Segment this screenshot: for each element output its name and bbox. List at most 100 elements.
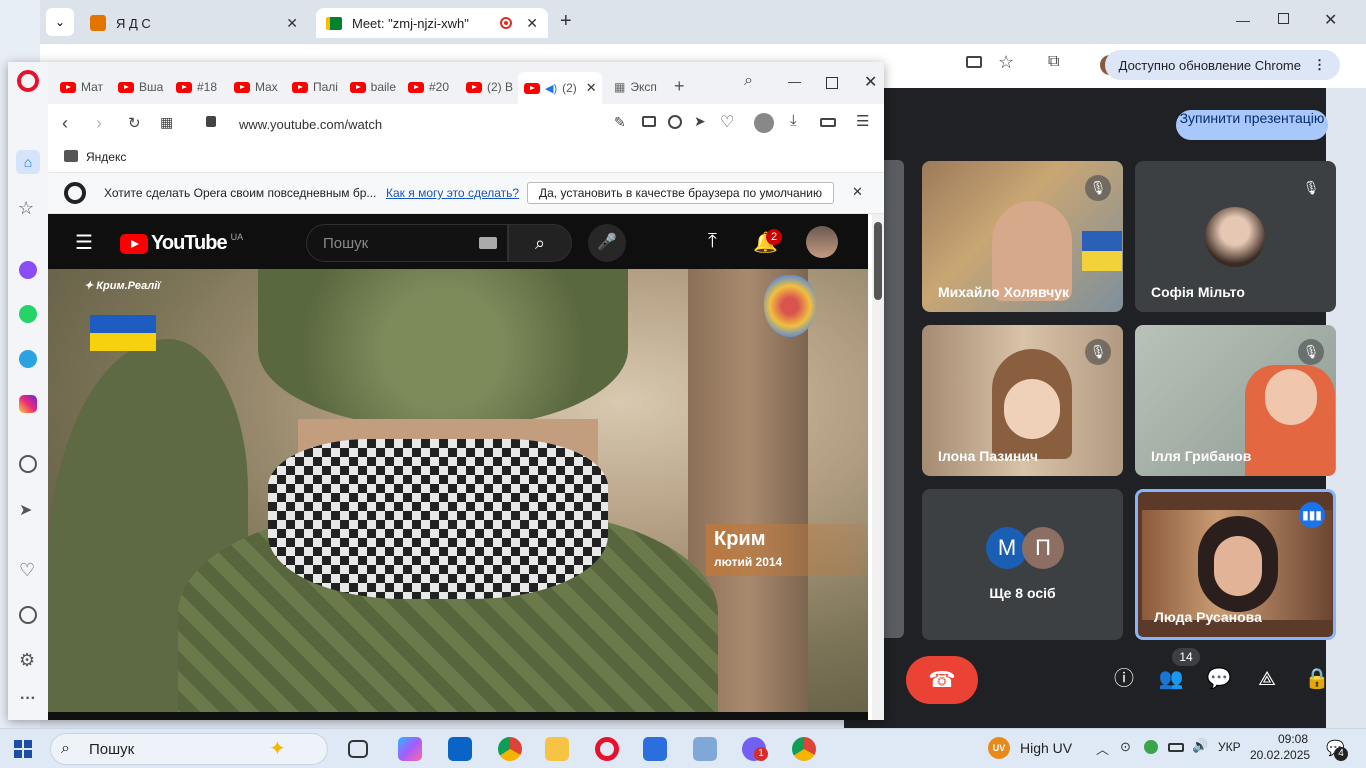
opera-tab[interactable]: (2) В bbox=[460, 74, 518, 100]
more-icon[interactable]: ··· bbox=[20, 690, 36, 708]
snapshot-icon[interactable] bbox=[642, 116, 656, 127]
back-icon[interactable]: ‹ bbox=[62, 113, 68, 134]
participant-tile[interactable]: 🎙 Ілля Грибанов bbox=[1135, 325, 1336, 476]
people-icon[interactable]: 👥 bbox=[1158, 666, 1184, 692]
tab-meet[interactable]: Meet: "zmj-njzi-xwh" ✕ bbox=[316, 8, 548, 38]
battery-icon[interactable] bbox=[1168, 743, 1184, 752]
heart-icon[interactable]: ♡ bbox=[720, 112, 734, 132]
star-icon[interactable]: ☆ bbox=[18, 198, 34, 219]
maximize-button[interactable] bbox=[1278, 13, 1289, 24]
forward-icon[interactable]: › bbox=[96, 113, 102, 134]
network-icon[interactable]: ⊙ bbox=[1120, 739, 1131, 755]
history-icon[interactable] bbox=[19, 606, 37, 624]
instagram-icon[interactable] bbox=[19, 395, 37, 413]
opera-app-icon[interactable] bbox=[595, 737, 619, 761]
activities-icon[interactable]: ⟁ bbox=[1254, 666, 1280, 692]
chrome-app-icon[interactable] bbox=[498, 737, 522, 761]
stop-presenting-button[interactable]: Зупинити презентацію bbox=[1176, 110, 1328, 140]
tray-app-icon[interactable] bbox=[1144, 740, 1158, 754]
tab-search-button[interactable]: ⌄ bbox=[46, 8, 74, 36]
participant-tile[interactable]: 🎙 Михайло Холявчук bbox=[922, 161, 1123, 312]
new-tab-button[interactable]: + bbox=[560, 10, 572, 33]
language-indicator[interactable]: УКР bbox=[1218, 740, 1241, 754]
home-icon[interactable]: ⌂ bbox=[16, 150, 40, 174]
player-icon[interactable] bbox=[19, 455, 37, 473]
set-default-button[interactable]: Да, установить в качестве браузера по ум… bbox=[527, 182, 834, 204]
opera-logo-icon[interactable] bbox=[17, 70, 39, 92]
profile-avatar[interactable] bbox=[754, 113, 774, 133]
opera-tab-active[interactable]: ◀) (2) ✕ bbox=[518, 72, 602, 104]
end-call-button[interactable]: ☎ bbox=[906, 656, 978, 704]
adblock-icon[interactable] bbox=[668, 115, 682, 129]
more-icon[interactable]: ⋮ bbox=[1313, 57, 1326, 73]
chrome-active-icon[interactable] bbox=[792, 737, 816, 761]
opera-tab[interactable]: Max bbox=[228, 74, 280, 100]
close-icon[interactable]: ✕ bbox=[286, 15, 298, 32]
keyboard-icon[interactable] bbox=[479, 237, 497, 249]
rdp-icon[interactable] bbox=[693, 737, 717, 761]
download-icon[interactable]: ⤓ bbox=[790, 112, 797, 129]
opera-tab[interactable]: baile bbox=[344, 74, 396, 100]
scrollbar[interactable] bbox=[872, 214, 884, 720]
search-input[interactable]: Пошук bbox=[306, 224, 508, 262]
telegram-icon[interactable] bbox=[19, 350, 37, 368]
star-icon[interactable]: ☆ bbox=[998, 52, 1014, 73]
info-icon[interactable]: ⓘ bbox=[1111, 666, 1137, 692]
chevron-up-icon[interactable]: ︿ bbox=[1096, 739, 1109, 758]
chat-icon[interactable]: 💬 bbox=[1206, 666, 1232, 692]
upload-icon[interactable]: ⤒ bbox=[708, 230, 717, 253]
maximize-button[interactable] bbox=[826, 77, 838, 89]
clock[interactable]: 09:08 20.02.2025 bbox=[1250, 732, 1310, 762]
speed-dial-icon[interactable]: ▦ bbox=[160, 114, 173, 131]
how-to-link[interactable]: Как я могу это сделать? bbox=[386, 186, 519, 200]
opera-tab[interactable]: Вша bbox=[112, 74, 164, 100]
camera-icon[interactable] bbox=[966, 56, 982, 68]
opera-tab[interactable]: #20 bbox=[402, 74, 454, 100]
close-icon[interactable]: ✕ bbox=[586, 80, 597, 96]
messenger-icon[interactable] bbox=[19, 261, 37, 279]
opera-tab[interactable]: #18 bbox=[170, 74, 222, 100]
edit-icon[interactable]: ✎ bbox=[614, 114, 626, 131]
taskbar-search[interactable]: ⌕ Пошук ✦ bbox=[50, 733, 328, 765]
bookmark-yandex[interactable]: Яндекс bbox=[86, 150, 126, 164]
speaker-icon[interactable]: 🔊 bbox=[1192, 738, 1208, 754]
account-avatar[interactable] bbox=[806, 226, 838, 258]
extensions-icon[interactable]: ⧉ bbox=[1048, 53, 1059, 71]
video-player[interactable]: ✦ Крим.Реалії Крим лютий 2014 bbox=[48, 269, 868, 712]
voice-search-button[interactable]: 🎤 bbox=[588, 224, 626, 262]
menu-icon[interactable]: ☰ bbox=[75, 230, 93, 255]
more-participants-tile[interactable]: М П Ще 8 осіб bbox=[922, 489, 1123, 640]
participant-tile[interactable]: 🎙 Софія Мільто bbox=[1135, 161, 1336, 312]
reload-icon[interactable]: ↻ bbox=[128, 114, 141, 132]
chrome-update-button[interactable]: Доступно обновление Chrome ⋮ bbox=[1104, 50, 1340, 80]
opera-tab[interactable]: Палі bbox=[286, 74, 338, 100]
close-icon[interactable]: ✕ bbox=[852, 184, 863, 200]
whatsapp-icon[interactable] bbox=[19, 305, 37, 323]
new-tab-button[interactable]: + bbox=[674, 76, 685, 97]
opera-tab[interactable]: Мат bbox=[54, 74, 106, 100]
search-button[interactable]: ⌕ bbox=[508, 224, 572, 262]
url-field[interactable]: www.youtube.com/watch bbox=[239, 117, 382, 132]
settings-icon[interactable]: ⚙ bbox=[19, 650, 35, 671]
opera-tab[interactable]: ▦ Эксп bbox=[608, 74, 664, 100]
host-controls-icon[interactable]: 🔒 bbox=[1304, 666, 1330, 692]
store-icon[interactable] bbox=[643, 737, 667, 761]
task-view-icon[interactable] bbox=[348, 740, 368, 758]
close-window-button[interactable]: ✕ bbox=[1324, 10, 1337, 30]
easy-setup-icon[interactable]: ☰ bbox=[856, 112, 869, 130]
tab-yads[interactable]: Я Д С ✕ bbox=[80, 8, 308, 38]
youtube-logo[interactable]: YouTube UA bbox=[120, 232, 243, 255]
close-icon[interactable]: ✕ bbox=[526, 15, 538, 32]
file-explorer-icon[interactable] bbox=[545, 737, 569, 761]
weather-widget[interactable]: UV High UV bbox=[988, 737, 1072, 759]
outlook-icon[interactable] bbox=[448, 737, 472, 761]
heart-icon[interactable]: ♡ bbox=[19, 560, 35, 581]
participant-tile-speaking[interactable]: ▮▮▮ Люда Русанова bbox=[1135, 489, 1336, 640]
minimize-button[interactable]: — bbox=[788, 74, 801, 89]
scrollbar-thumb[interactable] bbox=[874, 222, 882, 300]
send-icon[interactable]: ➤ bbox=[19, 500, 32, 520]
copilot-icon[interactable] bbox=[398, 737, 422, 761]
speaker-icon[interactable]: ◀) bbox=[545, 82, 557, 95]
minimize-button[interactable]: — bbox=[1236, 12, 1250, 28]
send-icon[interactable]: ➤ bbox=[694, 113, 706, 130]
